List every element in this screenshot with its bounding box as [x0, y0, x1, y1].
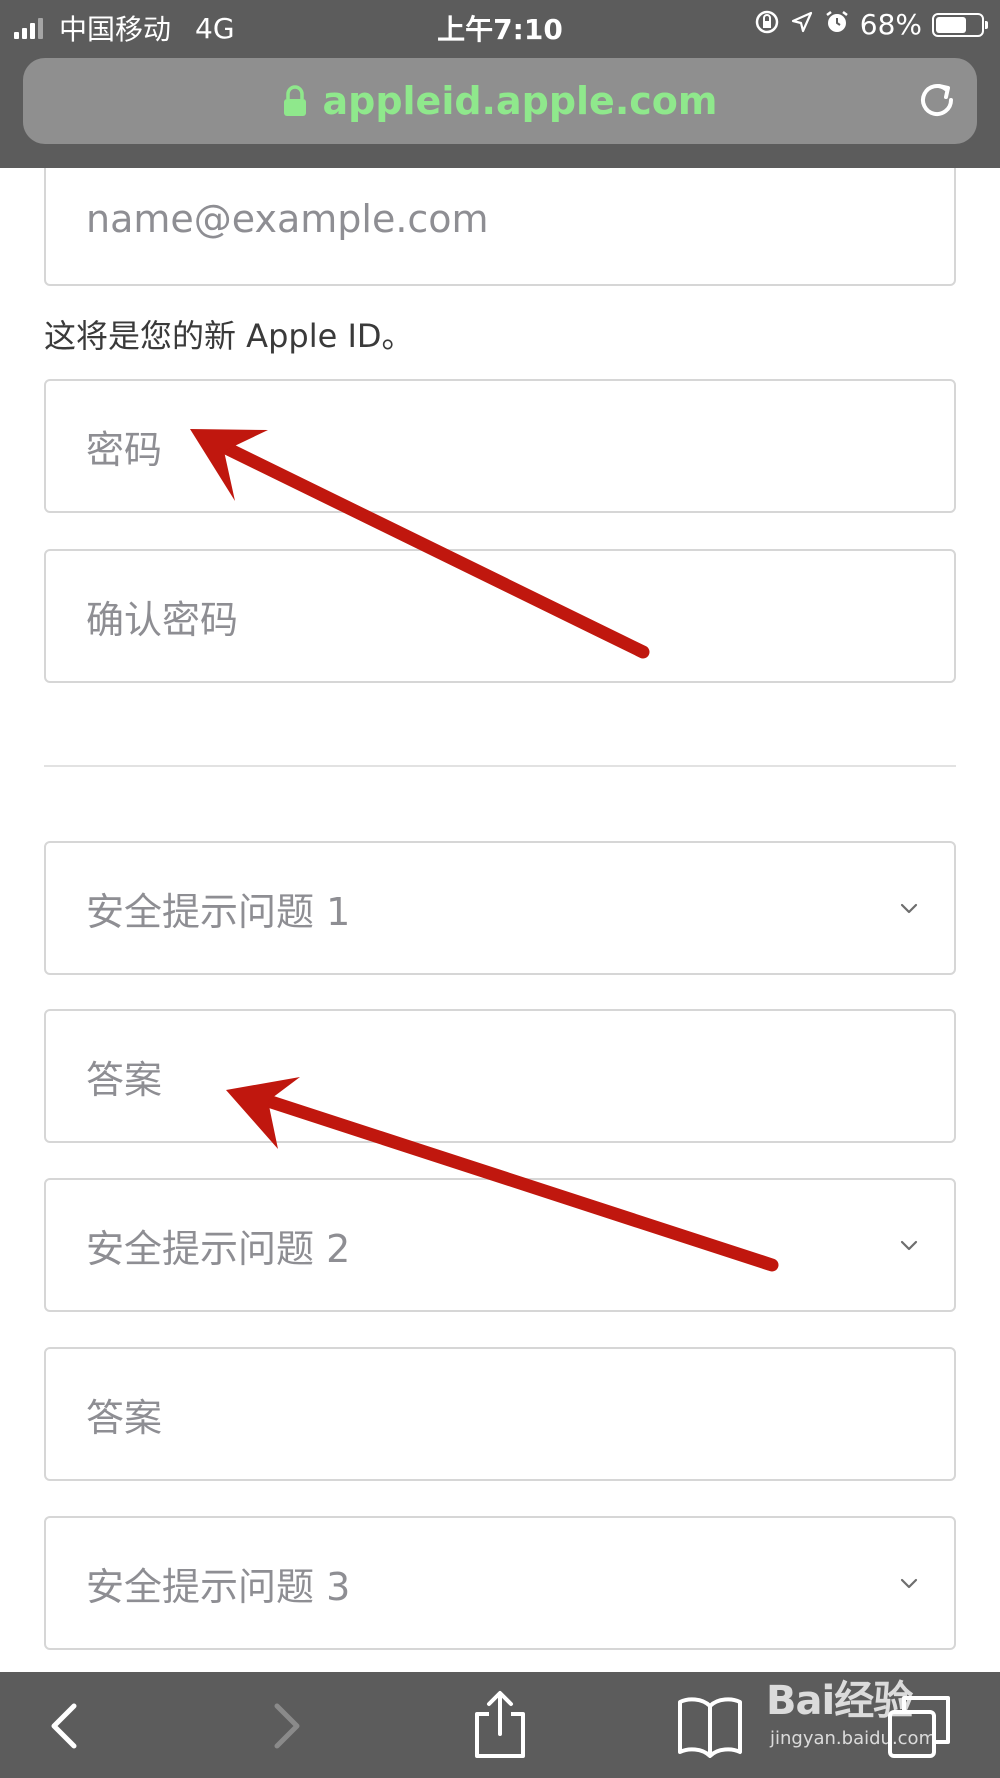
location-icon — [790, 10, 814, 40]
battery-percent: 68% — [859, 8, 922, 41]
browser-chrome: 中国移动 4G 上午7:10 68% appleid.apple.com — [0, 0, 1000, 168]
security-question-3-select[interactable]: 安全提示问题 3 — [44, 1516, 956, 1650]
confirm-password-field[interactable]: 确认密码 — [44, 549, 956, 683]
chevron-down-icon — [900, 1578, 918, 1589]
security-answer-1-placeholder: 答案 — [86, 1057, 163, 1102]
bookmarks-icon[interactable] — [676, 1694, 744, 1758]
status-bar: 中国移动 4G 上午7:10 68% — [0, 0, 1000, 50]
email-field[interactable]: name@example.com — [44, 168, 956, 286]
battery-icon — [932, 12, 988, 37]
apple-id-helper-text: 这将是您的新 Apple ID。 — [44, 317, 414, 355]
security-question-3-placeholder: 安全提示问题 3 — [86, 1564, 351, 1609]
security-answer-2-field[interactable]: 答案 — [44, 1347, 956, 1481]
security-question-2-placeholder: 安全提示问题 2 — [86, 1226, 351, 1271]
address-bar[interactable]: appleid.apple.com — [23, 58, 977, 144]
password-placeholder: 密码 — [86, 427, 163, 472]
forward-icon[interactable] — [255, 1696, 315, 1756]
security-question-1-placeholder: 安全提示问题 1 — [86, 889, 351, 934]
watermark-domain: jingyan.baidu.com — [770, 1728, 937, 1749]
security-answer-2-placeholder: 答案 — [86, 1395, 163, 1440]
signup-form: name@example.com 这将是您的新 Apple ID。 密码 确认密… — [0, 168, 1000, 1672]
section-divider — [44, 765, 956, 767]
security-question-1-select[interactable]: 安全提示问题 1 — [44, 841, 956, 975]
lock-icon — [284, 85, 307, 116]
rotation-lock-icon — [754, 9, 780, 41]
back-icon[interactable] — [36, 1696, 96, 1756]
reload-icon[interactable] — [915, 78, 959, 122]
status-right: 68% — [754, 8, 988, 41]
baidu-jingyan-watermark: Bai经验 jingyan.baidu.com — [766, 1668, 936, 1749]
chevron-down-icon — [900, 1240, 918, 1251]
chevron-down-icon — [900, 903, 918, 914]
url-text: appleid.apple.com — [322, 79, 718, 123]
watermark-brand: Bai经验 — [766, 1678, 913, 1724]
password-field[interactable]: 密码 — [44, 379, 956, 513]
share-icon[interactable] — [469, 1690, 531, 1760]
security-question-2-select[interactable]: 安全提示问题 2 — [44, 1178, 956, 1312]
alarm-icon — [824, 9, 850, 41]
email-placeholder: name@example.com — [86, 197, 489, 241]
security-answer-1-field[interactable]: 答案 — [44, 1009, 956, 1143]
confirm-password-placeholder: 确认密码 — [86, 597, 239, 642]
